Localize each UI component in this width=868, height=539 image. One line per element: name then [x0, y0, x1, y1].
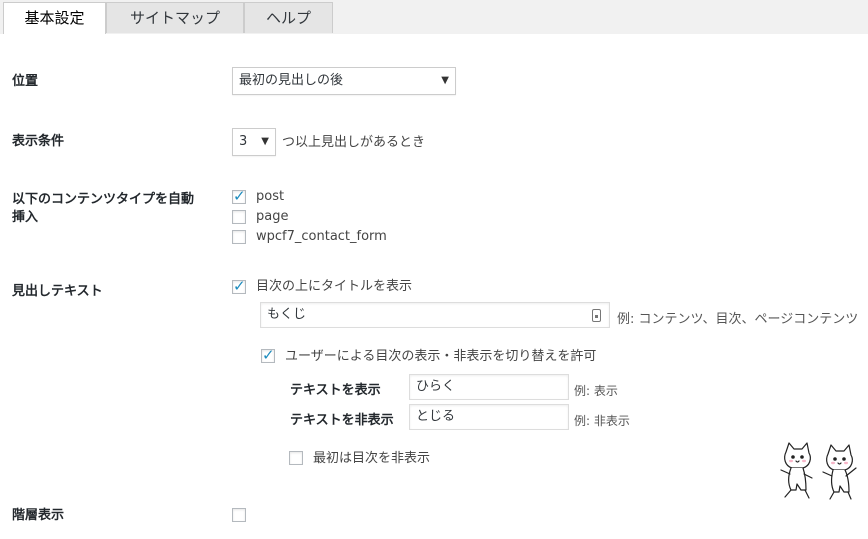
checkmark-icon: ✓ — [233, 187, 246, 205]
auto-insert-label-line2: 挿入 — [12, 210, 39, 225]
tab-bar: 基本設定 サイトマップ ヘルプ — [0, 0, 868, 35]
post-type-checkbox-wpcf7[interactable] — [232, 230, 246, 244]
initially-hidden-checkbox[interactable] — [289, 451, 303, 465]
tab-basic-settings[interactable]: 基本設定 — [3, 2, 106, 35]
position-select[interactable]: 最初の見出しの後 ▼ — [232, 67, 456, 95]
toggle-visibility-checkbox[interactable]: ✓ — [261, 346, 275, 364]
show-text-hint: 例: 表示 — [574, 384, 618, 398]
chevron-down-icon: ▼ — [441, 75, 449, 86]
toggle-visibility-label: ユーザーによる目次の表示・非表示を切り替えを許可 — [285, 349, 597, 364]
display-condition-suffix: つ以上見出しがあるとき — [282, 135, 426, 150]
position-label: 位置 — [12, 74, 39, 89]
tab-help[interactable]: ヘルプ — [244, 2, 333, 33]
hide-text-input[interactable]: とじる — [409, 404, 569, 430]
tab-sitemap[interactable]: サイトマップ — [106, 2, 244, 33]
post-type-label: page — [256, 209, 289, 224]
hide-text-value: とじる — [416, 409, 456, 424]
show-title-checkbox[interactable]: ✓ — [232, 277, 246, 295]
heading-count-select[interactable]: 3 ▼ — [232, 128, 276, 156]
checkmark-icon: ✓ — [233, 277, 246, 295]
post-type-label: post — [256, 189, 285, 204]
heading-count-value: 3 — [239, 134, 248, 149]
show-text-label: テキストを表示 — [290, 383, 381, 398]
auto-insert-label-line1: 以下のコンテンツタイプを自動 — [12, 192, 195, 207]
cat-mascot-icon — [780, 442, 857, 500]
checkmark-icon: ✓ — [262, 346, 275, 364]
title-hint: 例: コンテンツ、目次、ページコンテンツ — [617, 312, 859, 327]
show-text-input[interactable]: ひらく — [409, 374, 569, 400]
hide-text-hint: 例: 非表示 — [574, 414, 630, 428]
hierarchy-checkbox[interactable] — [232, 508, 246, 522]
post-type-checkbox-page[interactable] — [232, 210, 246, 224]
settings-panel — [0, 34, 868, 539]
hierarchy-label: 階層表示 — [12, 508, 65, 523]
chevron-down-icon: ▼ — [261, 136, 269, 147]
title-text-value: もくじ — [267, 307, 307, 322]
title-text-input[interactable]: もくじ — [260, 302, 610, 328]
show-text-value: ひらく — [416, 379, 456, 394]
heading-text-label: 見出しテキスト — [12, 284, 103, 299]
show-title-label: 目次の上にタイトルを表示 — [256, 279, 413, 294]
initially-hidden-label: 最初は目次を非表示 — [313, 451, 431, 466]
hide-text-label: テキストを非表示 — [290, 413, 394, 428]
display-condition-label: 表示条件 — [12, 134, 65, 149]
post-type-label: wpcf7_contact_form — [256, 229, 387, 244]
password-manager-icon[interactable] — [592, 309, 601, 322]
position-selected-value: 最初の見出しの後 — [239, 73, 344, 88]
tab-label: ヘルプ — [265, 9, 311, 27]
post-type-checkbox-post[interactable]: ✓ — [232, 187, 246, 205]
tab-label: サイトマップ — [129, 9, 220, 27]
auto-insert-label: 以下のコンテンツタイプを自動 挿入 — [12, 191, 194, 227]
tab-label: 基本設定 — [24, 9, 85, 27]
